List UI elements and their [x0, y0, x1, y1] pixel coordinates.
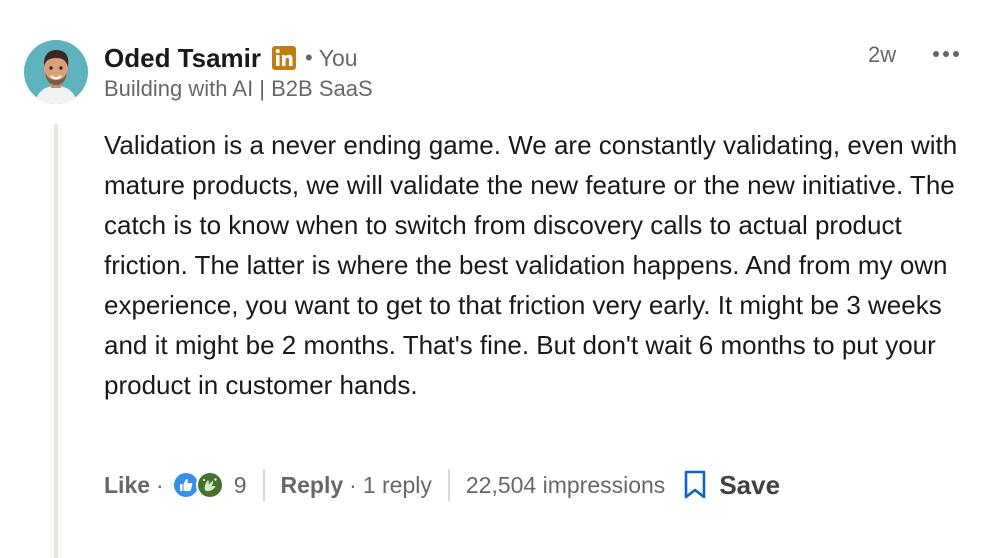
comment-timestamp: 2w: [868, 42, 897, 67]
reply-button[interactable]: Reply: [281, 472, 344, 499]
separator-dot: ·: [156, 471, 164, 498]
avatar[interactable]: [24, 40, 88, 104]
reaction-count: 9: [233, 471, 247, 498]
ellipsis-icon: [932, 45, 960, 63]
bookmark-icon: [683, 470, 707, 500]
separator-dot: •: [305, 45, 313, 70]
comment-actions: Like · 9 Reply · 1 reply 22,504 impressi…: [104, 466, 780, 504]
reactions-summary[interactable]: 9: [171, 471, 247, 499]
impressions-link[interactable]: 22,504 impressions: [466, 472, 665, 499]
comment-header: Oded Tsamir • You Building with AI | B2B…: [104, 40, 984, 110]
author-name[interactable]: Oded Tsamir: [104, 43, 261, 74]
separator-dot: ·: [349, 471, 357, 498]
action-divider: [262, 469, 265, 501]
linkedin-icon: [271, 45, 297, 71]
author-row: Oded Tsamir • You: [104, 40, 358, 76]
save-label: Save: [719, 469, 781, 500]
comment-card: Oded Tsamir • You Building with AI | B2B…: [0, 0, 1002, 558]
author-headline: Building with AI | B2B SaaS: [104, 76, 373, 101]
more-options-button[interactable]: [926, 40, 966, 68]
thread-line: [54, 124, 58, 558]
action-divider: [447, 469, 450, 501]
reply-count-link[interactable]: 1 reply: [363, 472, 432, 499]
like-button[interactable]: Like: [104, 472, 150, 499]
author-relation: You: [318, 44, 358, 71]
save-button[interactable]: Save: [683, 470, 780, 501]
comment-body: Validation is a never ending game. We ar…: [104, 130, 958, 400]
celebrate-icon: [195, 471, 224, 499]
